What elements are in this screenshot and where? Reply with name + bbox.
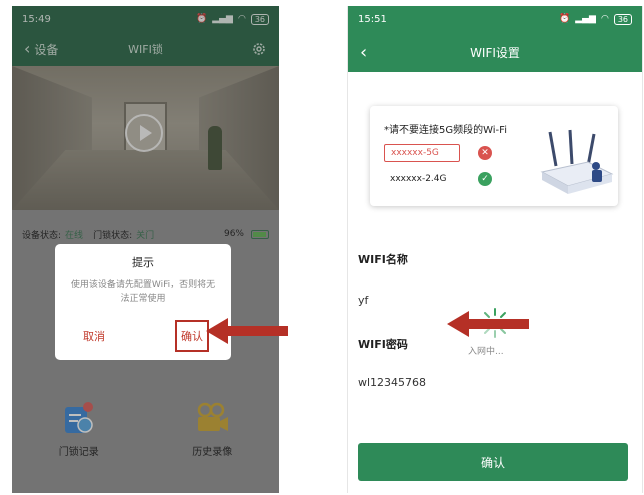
right-phone-screen: 15:51 ⏰ ▂▄▆ ◠ 36 ‹ WIFI设置 *请不要连接5G频段的Wi-… [347,6,643,493]
wifi-password-input[interactable] [358,376,508,389]
status-bar: 15:51 ⏰ ▂▄▆ ◠ 36 [348,6,642,32]
alarm-icon: ⏰ [558,14,571,24]
confirm-button[interactable]: 确认 [175,320,209,352]
bad-network-example: xxxxxx-5G [384,144,460,162]
confirm-button[interactable]: 确认 [358,443,628,481]
wifi-tip-card: *请不要连接5G频段的Wi-Fi xxxxxx-5G ✕ xxxxxx-2.4G… [370,106,618,206]
nav-bar: ‹ WIFI设置 [348,32,642,72]
wifi-name-label: WIFI名称 [358,253,408,266]
annotation-arrow-right [447,311,529,337]
dialog-message: 使用该设备请先配置WiFi，否则将无法正常使用 [70,280,216,304]
battery-icon: 36 [613,13,632,25]
check-icon: ✓ [478,172,492,186]
status-time: 15:51 [358,13,387,25]
signal-icon: ▂▄▆ [575,14,596,24]
chevron-left-icon: ‹ [360,41,368,63]
good-network-example: xxxxxx-2.4G [390,174,447,184]
back-button[interactable]: ‹ [348,42,367,63]
dialog-buttons: 取消 确认 [55,320,231,352]
status-icons: ⏰ ▂▄▆ ◠ 36 [558,13,632,25]
cross-icon: ✕ [478,146,492,160]
wifi-password-label: WIFI密码 [358,338,408,351]
loading-text: 入网中... [468,347,504,357]
router-illustration-icon [540,129,614,194]
wifi-icon: ◠ [600,14,609,24]
left-phone-screen: 15:49 ⏰ ▂▄▆ ◠ 36 ‹ 设备 WIFI锁 设备状态: 在线 门锁状… [12,6,279,493]
page-title: WIFI设置 [470,45,520,60]
wifi-config-dialog: 提示 使用该设备请先配置WiFi，否则将无法正常使用 取消 确认 [55,244,231,360]
cancel-button[interactable]: 取消 [83,328,105,344]
annotation-arrow-left [206,318,288,344]
dialog-title: 提示 [132,256,154,269]
warning-text: *请不要连接5G频段的Wi-Fi [384,125,507,136]
